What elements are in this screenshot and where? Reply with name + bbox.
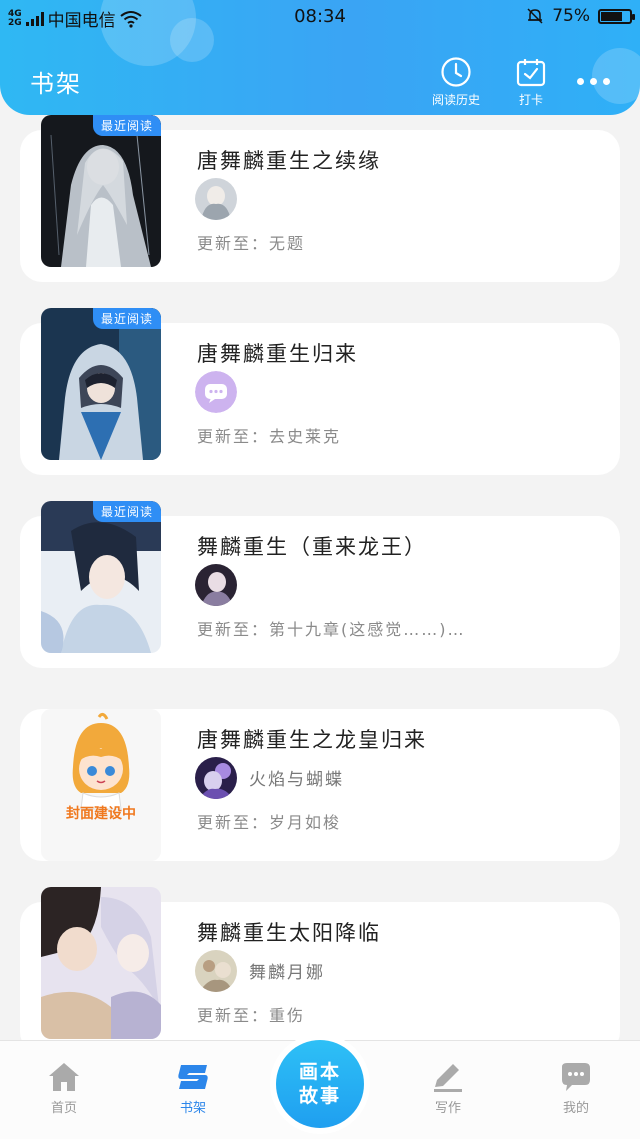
- nav-mine-label: 我的: [562, 1101, 589, 1116]
- update-info: 更新至：重伤: [197, 1002, 305, 1026]
- nav-shelf-label: 书架: [179, 1101, 206, 1116]
- decor-bubble: [592, 48, 640, 104]
- update-info: 更新至：岁月如梭: [197, 809, 341, 833]
- author-name: 火焰与蝴蝶: [249, 770, 344, 790]
- cover-art-image: [41, 115, 161, 267]
- nav-write-label: 写作: [434, 1101, 461, 1116]
- app-header: 4G 2G 中国电信 08:34 75% 书架 阅读历史 打卡: [0, 0, 640, 115]
- book-cover[interactable]: 最近阅读: [41, 501, 161, 653]
- book-title: 舞麟重生（重来龙王）: [197, 535, 427, 559]
- cover-art-image: [41, 887, 161, 1039]
- bookshelf-icon: [178, 1065, 208, 1089]
- update-info: 更新至：去史莱克: [197, 423, 341, 447]
- more-dots-icon[interactable]: [577, 78, 610, 85]
- nav-shelf[interactable]: 书架: [153, 1061, 233, 1116]
- book-cover[interactable]: 封面建设中: [41, 709, 161, 861]
- battery-percent: 75%: [552, 6, 590, 26]
- book-card[interactable]: 封面建设中 唐舞麟重生之龙皇归来 火焰与蝴蝶 更新至：岁月如梭: [20, 709, 620, 861]
- default-avatar-icon: [195, 371, 237, 413]
- clock-icon: [441, 57, 471, 87]
- cover-placeholder-mascot: [41, 709, 161, 861]
- checkin-button[interactable]: 打卡: [515, 56, 547, 108]
- avatar: [195, 950, 237, 992]
- book-title: 舞麟重生太阳降临: [197, 921, 381, 945]
- book-title: 唐舞麟重生之龙皇归来: [197, 728, 427, 752]
- author-name: 舞麟月娜: [249, 963, 325, 983]
- avatar: [195, 564, 237, 606]
- cover-art-image: [41, 308, 161, 460]
- battery-icon: [598, 8, 635, 24]
- book-title: 唐舞麟重生归来: [197, 342, 358, 366]
- reading-history-label: 阅读历史: [432, 93, 481, 107]
- cover-art-image: [41, 501, 161, 653]
- center-button-line2: 故事: [298, 1085, 341, 1107]
- calendar-check-icon: [516, 59, 546, 87]
- recent-read-badge: 最近阅读: [92, 501, 161, 522]
- update-prefix: 更新至：: [197, 813, 270, 832]
- cover-placeholder-text: 封面建设中: [66, 806, 136, 822]
- status-right: 75%: [526, 6, 635, 26]
- pencil-icon: [434, 1064, 462, 1092]
- nav-write[interactable]: 写作: [408, 1061, 488, 1116]
- picture-story-button[interactable]: 画本 故事: [276, 1040, 364, 1128]
- book-card[interactable]: 最近阅读 唐舞麟重生归来 更新至：去史莱克: [20, 308, 620, 475]
- status-bar: 4G 2G 中国电信 08:34 75%: [0, 0, 640, 32]
- book-card[interactable]: 舞麟重生太阳降临 舞麟月娜 更新至：重伤: [20, 887, 620, 1054]
- update-info: 更新至：无题: [197, 230, 305, 254]
- nav-home-label: 首页: [50, 1101, 77, 1116]
- update-prefix: 更新至：: [197, 620, 270, 639]
- nav-home[interactable]: 首页: [24, 1061, 104, 1116]
- update-chapter: 重伤: [269, 1006, 306, 1025]
- center-button-line1: 画本: [298, 1061, 341, 1083]
- update-prefix: 更新至：: [197, 1006, 270, 1025]
- book-card[interactable]: 最近阅读 唐舞麟重生之续缘 更新至：无题: [20, 115, 620, 282]
- update-info: 更新至：第十九章(这感觉……)…: [197, 616, 466, 640]
- update-chapter: 去史莱克: [269, 427, 342, 446]
- update-chapter: 岁月如梭: [269, 813, 342, 832]
- battery-fill: [601, 11, 622, 21]
- book-cover[interactable]: 最近阅读: [41, 115, 161, 267]
- avatar: [195, 178, 237, 220]
- update-chapter: 无题: [269, 234, 306, 253]
- home-icon: [49, 1063, 79, 1091]
- book-cover[interactable]: [41, 887, 161, 1039]
- recent-read-badge: 最近阅读: [92, 308, 161, 329]
- recent-read-badge: 最近阅读: [92, 115, 161, 136]
- checkin-label: 打卡: [518, 93, 543, 107]
- chat-bubble-icon: [562, 1063, 590, 1091]
- update-chapter: 第十九章(这感觉……)…: [269, 620, 466, 639]
- update-prefix: 更新至：: [197, 234, 270, 253]
- book-card[interactable]: 最近阅读 舞麟重生（重来龙王） 更新至：第十九章(这感觉……)…: [20, 501, 620, 668]
- reading-history-button[interactable]: 阅读历史: [432, 56, 480, 108]
- bell-muted-icon: [527, 8, 543, 24]
- avatar: [195, 757, 237, 799]
- nav-mine[interactable]: 我的: [536, 1061, 616, 1116]
- book-cover[interactable]: 最近阅读: [41, 308, 161, 460]
- book-title: 唐舞麟重生之续缘: [197, 149, 381, 173]
- page-title: 书架: [30, 70, 82, 98]
- update-prefix: 更新至：: [197, 427, 270, 446]
